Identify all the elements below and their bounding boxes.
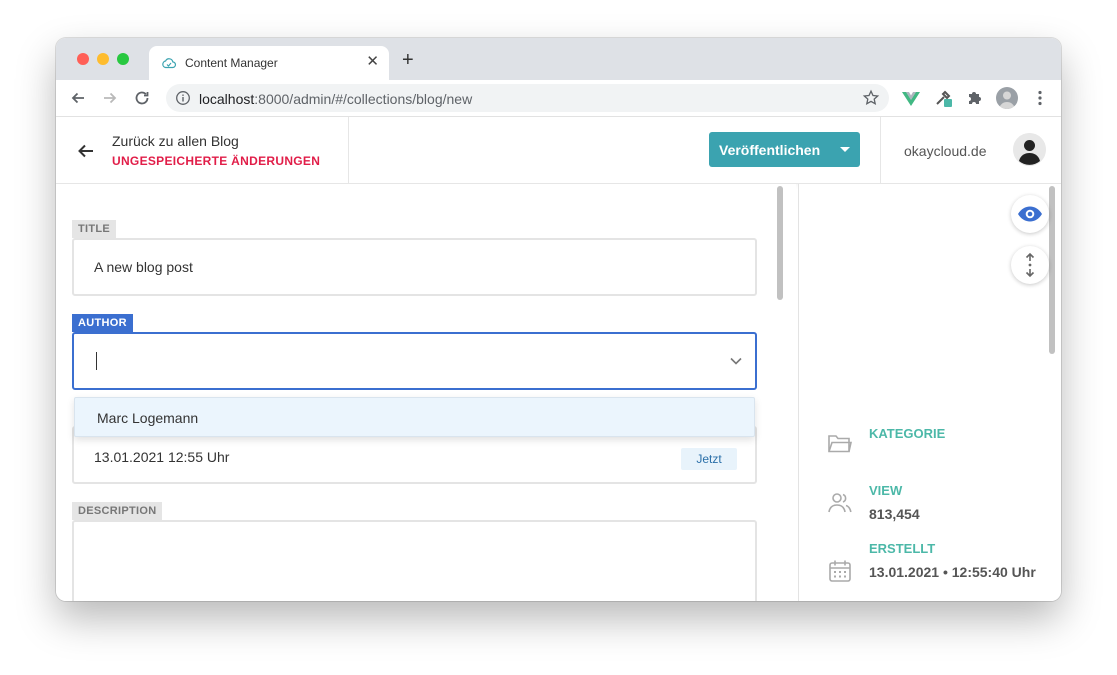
side-scrollbar[interactable] xyxy=(1049,186,1055,354)
preview-button[interactable] xyxy=(1011,195,1049,233)
created-value: 13.01.2021 • 12:55:40 Uhr xyxy=(869,564,1036,580)
view-count: 813,454 xyxy=(869,506,920,522)
tab-title: Content Manager xyxy=(185,56,278,70)
back-to-collection-link[interactable]: Zurück zu allen Blog xyxy=(112,133,239,149)
url-text: localhost:8000/admin/#/collections/blog/… xyxy=(199,91,473,107)
publish-label: Veröffentlichen xyxy=(719,142,821,158)
author-option[interactable]: Marc Logemann xyxy=(97,410,198,426)
address-bar[interactable]: localhost:8000/admin/#/collections/blog/… xyxy=(166,84,889,112)
person-icon xyxy=(1013,133,1046,166)
person-icon xyxy=(999,91,1015,109)
browser-menu-icon[interactable] xyxy=(1030,88,1050,108)
text-cursor xyxy=(96,352,97,370)
arrow-left-icon[interactable] xyxy=(76,141,96,161)
arrows-vertical-icon xyxy=(1025,252,1035,278)
folder-icon xyxy=(828,435,852,453)
calendar-icon xyxy=(829,560,851,582)
browser-tab[interactable]: Content Manager ✕ xyxy=(149,46,389,80)
info-icon[interactable] xyxy=(175,90,191,106)
eye-icon xyxy=(1018,206,1042,222)
created-label: ERSTELLT xyxy=(869,541,936,556)
title-input[interactable]: A new blog post xyxy=(72,238,757,296)
browser-toolbar: localhost:8000/admin/#/collections/blog/… xyxy=(56,80,1061,117)
user-avatar[interactable] xyxy=(1013,133,1046,166)
back-icon[interactable] xyxy=(68,88,88,108)
browser-window: Content Manager ✕ + localhost:8000/admin… xyxy=(56,38,1061,601)
set-now-button[interactable]: Jetzt xyxy=(681,448,737,470)
bookmark-star-icon[interactable] xyxy=(862,89,880,107)
vue-devtools-icon[interactable] xyxy=(901,88,921,108)
app-header: Zurück zu allen Blog UNGESPEICHERTE ÄNDE… xyxy=(56,117,1061,184)
title-field-label: TITLE xyxy=(72,220,117,238)
description-textarea[interactable] xyxy=(72,520,757,601)
forward-icon[interactable] xyxy=(100,88,120,108)
eyedropper-extension-icon[interactable] xyxy=(933,88,953,108)
unsaved-changes-status: UNGESPEICHERTE ÄNDERUNGEN xyxy=(112,154,321,168)
minimize-window-button[interactable] xyxy=(97,53,109,65)
author-field-label: AUTHOR xyxy=(72,314,133,332)
view-label: VIEW xyxy=(869,483,903,498)
new-tab-button[interactable]: + xyxy=(402,50,414,70)
author-dropdown: Marc Logemann xyxy=(74,397,755,437)
cloud-icon xyxy=(162,58,177,69)
header-divider xyxy=(348,117,349,184)
reload-icon[interactable] xyxy=(132,88,152,108)
close-window-button[interactable] xyxy=(77,53,89,65)
users-icon xyxy=(828,493,852,513)
caret-down-icon[interactable] xyxy=(840,147,850,152)
site-link[interactable]: okaycloud.de xyxy=(904,143,987,159)
tab-strip: Content Manager ✕ + xyxy=(56,38,1061,80)
date-value: 13.01.2021 12:55 Uhr xyxy=(94,449,230,465)
editor-scrollbar[interactable] xyxy=(777,186,783,300)
title-value: A new blog post xyxy=(94,259,193,275)
publish-button[interactable]: Veröffentlichen xyxy=(709,132,860,167)
scroll-sync-button[interactable] xyxy=(1011,246,1049,284)
chevron-down-icon[interactable] xyxy=(729,354,743,368)
maximize-window-button[interactable] xyxy=(117,53,129,65)
extensions-puzzle-icon[interactable] xyxy=(965,88,985,108)
close-tab-icon[interactable]: ✕ xyxy=(366,53,379,71)
category-label: KATEGORIE xyxy=(869,426,946,441)
description-field-label: DESCRIPTION xyxy=(72,502,163,520)
author-select[interactable] xyxy=(72,332,757,390)
profile-avatar[interactable] xyxy=(996,87,1018,109)
header-divider xyxy=(880,117,881,184)
editor-pane: TITLE A new blog post AUTHOR 13.01.2021 … xyxy=(56,184,796,601)
